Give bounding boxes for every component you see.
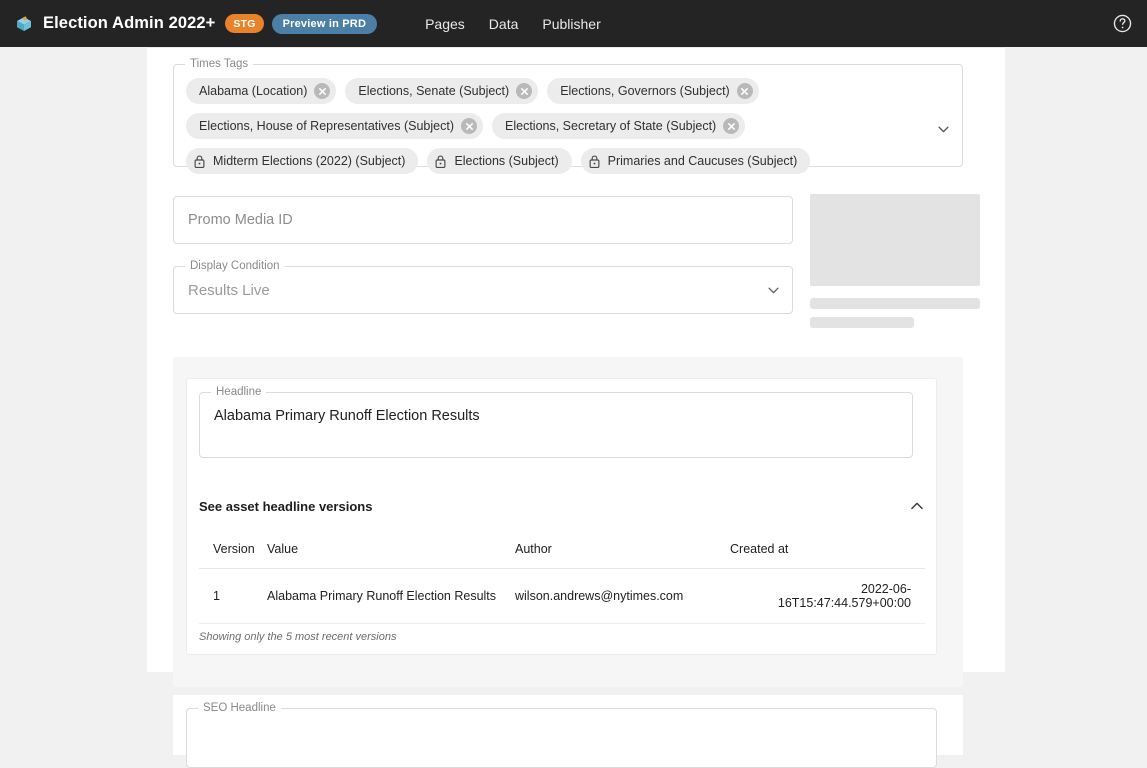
close-circle-icon[interactable]	[736, 83, 753, 99]
column-header-created-at: Created at	[730, 534, 925, 569]
cube-icon	[14, 14, 34, 34]
env-badge: STG	[225, 14, 264, 33]
close-circle-icon[interactable]	[461, 118, 477, 134]
tag-chip-label: Alabama (Location)	[199, 83, 308, 98]
tag-chip-locked: Elections (Subject)	[427, 148, 572, 174]
tag-chip-label: Elections, Secretary of State (Subject)	[505, 118, 717, 133]
tag-chip-label: Elections (Subject)	[454, 153, 559, 168]
nav-item-data[interactable]: Data	[489, 16, 519, 32]
tag-chip-label: Elections, Senate (Subject)	[358, 83, 510, 98]
headline-label: Headline	[211, 386, 267, 399]
seo-headline-input[interactable]: SEO Headline	[186, 702, 937, 768]
versions-table-note: Showing only the 5 most recent versions	[199, 631, 397, 643]
table-header-row: Version Value Author Created at	[199, 534, 925, 569]
page-canvas: Times Tags Alabama (Location) Elections,…	[0, 47, 1147, 768]
headline-card: Headline Alabama Primary Runoff Election…	[186, 378, 937, 655]
lock-icon	[434, 154, 447, 169]
close-circle-icon[interactable]	[516, 83, 533, 99]
chevron-down-icon[interactable]	[934, 120, 952, 138]
promo-media-id-placeholder: Promo Media ID	[188, 212, 293, 228]
promo-media-id-input[interactable]: Promo Media ID	[173, 196, 793, 244]
skeleton-line	[810, 317, 914, 328]
tag-chip[interactable]: Elections, Secretary of State (Subject)	[492, 113, 746, 139]
seo-headline-section: SEO Headline	[173, 695, 963, 768]
display-condition-value: Results Live	[188, 281, 270, 299]
column-header-author: Author	[515, 534, 730, 569]
column-header-value: Value	[267, 534, 515, 569]
times-tags-label: Times Tags	[185, 58, 254, 71]
times-tags-group: Times Tags Alabama (Location) Elections,…	[173, 58, 963, 174]
skeleton-line	[810, 298, 980, 309]
preview-in-prd-button[interactable]: Preview in PRD	[271, 13, 378, 34]
promo-media-preview-skeleton	[810, 194, 980, 328]
cell-author: wilson.andrews@nytimes.com	[515, 568, 730, 624]
tag-chip-label: Primaries and Caucuses (Subject)	[607, 153, 798, 168]
cell-created-at: 2022-06-16T15:47:44.579+00:00	[730, 568, 925, 624]
headline-section: Headline Alabama Primary Runoff Election…	[173, 357, 963, 687]
cell-value: Alabama Primary Runoff Election Results	[267, 568, 515, 624]
display-condition-label: Display Condition	[185, 260, 285, 273]
tag-chip-label: Midterm Elections (2022) (Subject)	[213, 153, 406, 168]
help-circle-icon[interactable]	[1109, 11, 1135, 37]
display-condition-select[interactable]: Display Condition Results Live	[173, 260, 793, 314]
app-header: Election Admin 2022+ STG Preview in PRD …	[0, 0, 1147, 47]
tag-chip[interactable]: Alabama (Location)	[186, 78, 337, 104]
content-sheet: Times Tags Alabama (Location) Elections,…	[147, 47, 1005, 768]
sheet-top-divider	[147, 47, 1005, 48]
headline-value: Alabama Primary Runoff Election Results	[214, 408, 480, 424]
tag-chip[interactable]: Elections, House of Representatives (Sub…	[186, 113, 483, 139]
app-title: Election Admin 2022+	[43, 14, 216, 32]
skeleton-thumbnail	[810, 194, 980, 286]
lock-icon	[588, 154, 601, 169]
brand[interactable]: Election Admin 2022+	[14, 14, 215, 34]
asset-headline-versions-accordion[interactable]: See asset headline versions	[199, 491, 925, 521]
close-circle-icon[interactable]	[314, 83, 331, 99]
lock-icon	[193, 154, 206, 169]
chevron-up-icon[interactable]	[909, 498, 925, 514]
cell-version: 1	[199, 568, 267, 624]
tag-chip[interactable]: Elections, Governors (Subject)	[547, 78, 759, 104]
seo-headline-label: SEO Headline	[198, 702, 281, 715]
tag-chip-locked: Primaries and Caucuses (Subject)	[580, 148, 811, 174]
chevron-down-icon[interactable]	[765, 282, 781, 298]
tag-chip-label: Elections, House of Representatives (Sub…	[199, 118, 454, 133]
headline-input[interactable]: Headline Alabama Primary Runoff Election…	[199, 386, 913, 458]
close-circle-icon[interactable]	[723, 118, 740, 134]
main-nav: Pages Data Publisher	[425, 16, 601, 32]
table-row: 1 Alabama Primary Runoff Election Result…	[199, 568, 925, 624]
headline-versions-table: Version Value Author Created at 1 Alabam…	[199, 534, 925, 624]
tag-chip-label: Elections, Governors (Subject)	[560, 83, 730, 98]
accordion-title: See asset headline versions	[199, 498, 373, 514]
times-tags-chip-list: Alabama (Location) Elections, Senate (Su…	[186, 78, 950, 174]
tag-chip[interactable]: Elections, Senate (Subject)	[345, 78, 539, 104]
column-header-version: Version	[199, 534, 267, 569]
nav-item-publisher[interactable]: Publisher	[542, 16, 600, 32]
tag-chip-locked: Midterm Elections (2022) (Subject)	[186, 148, 419, 174]
nav-item-pages[interactable]: Pages	[425, 16, 465, 32]
